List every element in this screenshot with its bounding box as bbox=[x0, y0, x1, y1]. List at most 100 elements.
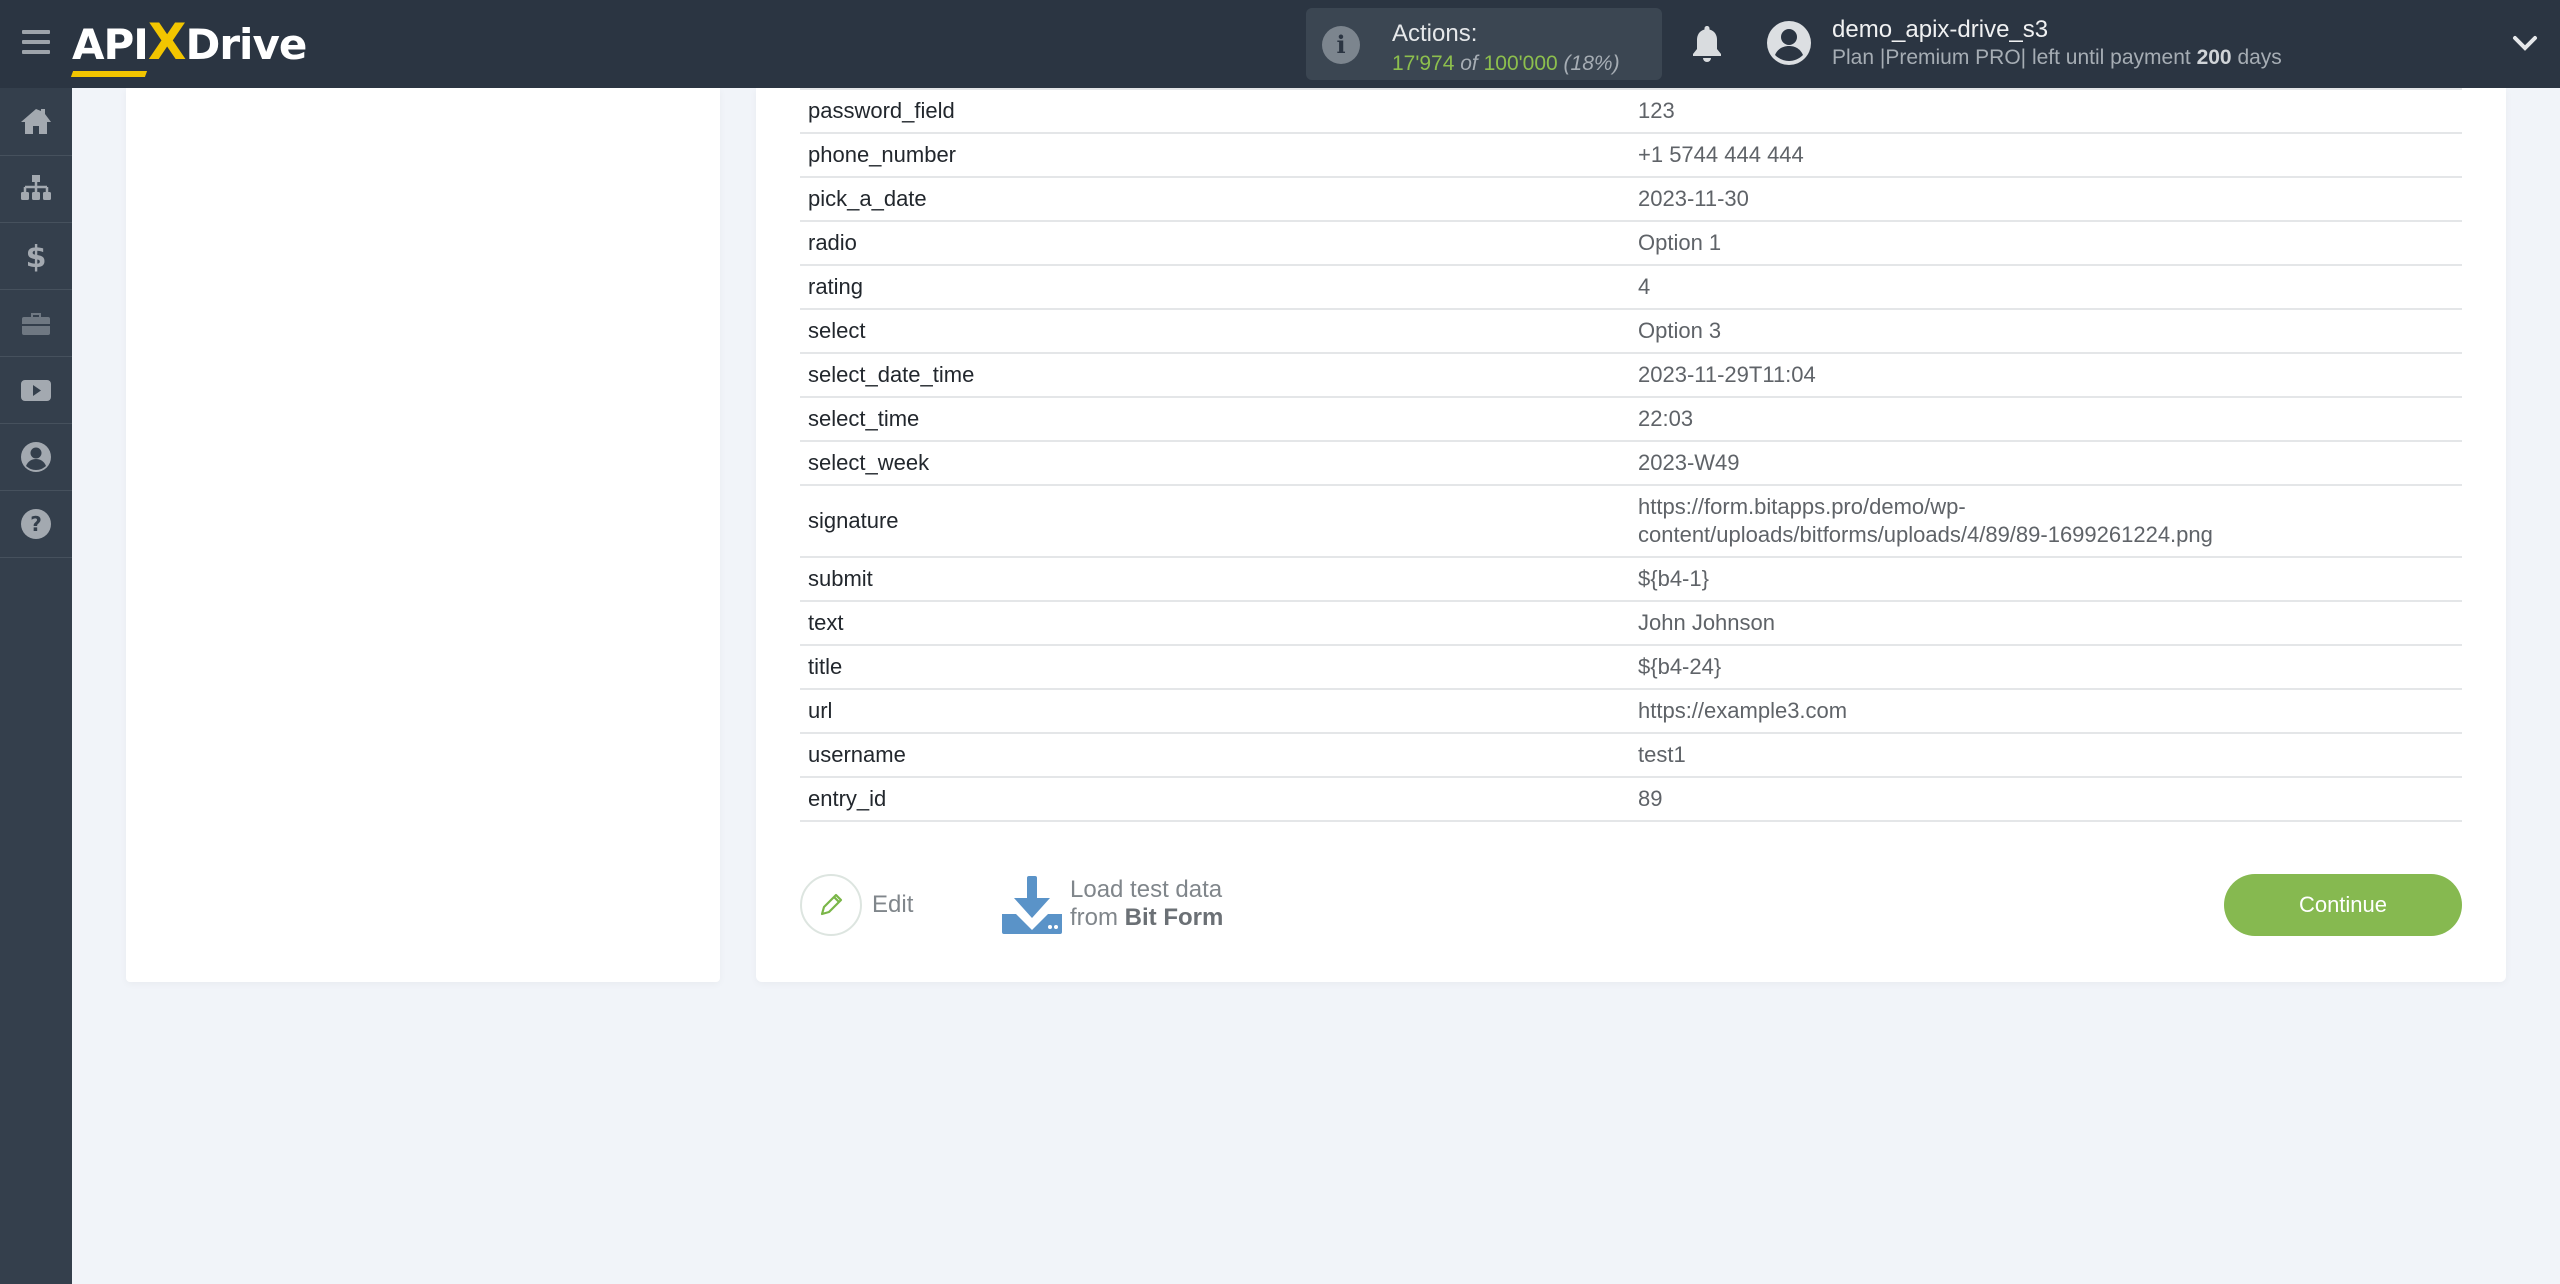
load-test-data-text: Load test data from Bit Form bbox=[1070, 876, 1223, 932]
menu-toggle-icon[interactable] bbox=[22, 30, 50, 54]
sidebar-item-video[interactable] bbox=[0, 357, 72, 424]
top-header: APIXDrive i Actions: 17'974 of 100'000 (… bbox=[0, 0, 2560, 88]
user-icon bbox=[21, 442, 51, 472]
table-row: password_field 123 bbox=[800, 90, 2462, 134]
actions-percent: (18%) bbox=[1563, 52, 1620, 75]
plan-text: Plan |Premium PRO| left until payment bbox=[1832, 46, 2191, 69]
table-row: select Option 3 bbox=[800, 310, 2462, 354]
field-value: Option 1 bbox=[1638, 230, 1722, 255]
field-name: select bbox=[808, 318, 866, 343]
actions-of: of bbox=[1460, 52, 1478, 75]
table-row: rating 4 bbox=[800, 266, 2462, 310]
table-row: submit ${b4-1} bbox=[800, 558, 2462, 602]
sidebar-item-billing[interactable]: $ bbox=[0, 223, 72, 290]
load-test-data-button[interactable]: Load test data from Bit Form bbox=[1002, 874, 1223, 934]
test-data-table: number1236724423password_field123phone_n… bbox=[800, 88, 2462, 822]
field-name: entry_id bbox=[808, 786, 887, 811]
field-name: submit bbox=[808, 566, 873, 591]
logo-part-drive: Drive bbox=[185, 20, 307, 69]
pencil-icon bbox=[820, 893, 843, 916]
field-name: phone_number bbox=[808, 142, 957, 167]
actions-usage-panel: i Actions: 17'974 of 100'000 (18%) bbox=[1306, 8, 1662, 80]
table-row: username test1 bbox=[800, 734, 2462, 778]
field-name: select_time bbox=[808, 406, 920, 431]
field-value: https://example3.com bbox=[1638, 698, 1848, 723]
actions-total: 100'000 bbox=[1483, 52, 1558, 75]
field-value: 2023-11-30 bbox=[1638, 186, 1749, 211]
field-name: select_week bbox=[808, 450, 930, 475]
sidebar-item-home[interactable] bbox=[0, 89, 72, 156]
field-name: username bbox=[808, 742, 906, 767]
youtube-icon bbox=[21, 380, 51, 401]
bell-icon[interactable] bbox=[1690, 24, 1724, 64]
field-name: select_date_time bbox=[808, 362, 975, 387]
dollar-icon: $ bbox=[26, 240, 47, 274]
svg-text:?: ? bbox=[30, 512, 42, 536]
actions-label: Actions: bbox=[1392, 20, 1478, 47]
svg-text:$: $ bbox=[26, 240, 47, 274]
field-name: rating bbox=[808, 274, 864, 299]
field-value: +1 5744 444 444 bbox=[1638, 142, 1804, 167]
table-row: url https://example3.com bbox=[800, 690, 2462, 734]
field-value: 22:03 bbox=[1638, 406, 1694, 431]
field-value: Option 3 bbox=[1638, 318, 1722, 343]
actions-used: 17'974 bbox=[1392, 52, 1455, 75]
table-row: signature https://form.bitapps.pro/demo/w… bbox=[800, 486, 2462, 558]
field-value: 89 bbox=[1638, 786, 1663, 811]
field-name: signature bbox=[808, 508, 899, 533]
field-value: https://form.bitapps.pro/demo/wp-content… bbox=[1638, 494, 2213, 547]
info-icon: i bbox=[1322, 26, 1360, 64]
field-value: ${b4-1} bbox=[1638, 566, 1709, 591]
user-plan: Plan |Premium PRO| left until payment 20… bbox=[1832, 46, 2282, 70]
load-source: Bit Form bbox=[1124, 904, 1224, 931]
chevron-down-icon[interactable] bbox=[2512, 30, 2538, 56]
field-value: 123 bbox=[1638, 98, 1675, 123]
field-value: 4 bbox=[1638, 274, 1651, 299]
table-row: phone_number +1 5744 444 444 bbox=[800, 134, 2462, 178]
logo-underline bbox=[70, 71, 148, 77]
sidebar-item-services[interactable] bbox=[0, 290, 72, 357]
field-name: radio bbox=[808, 230, 857, 255]
sidebar-item-connections[interactable] bbox=[0, 156, 72, 223]
continue-button[interactable]: Continue bbox=[2224, 874, 2462, 936]
sidebar: $ ? bbox=[0, 88, 72, 1284]
field-name: pick_a_date bbox=[808, 186, 927, 211]
sidebar-item-profile[interactable] bbox=[0, 424, 72, 491]
sidebar-item-help[interactable]: ? bbox=[0, 491, 72, 558]
plan-days: 200 bbox=[2196, 46, 2232, 69]
field-value: 2023-11-29T11:04 bbox=[1638, 362, 1816, 387]
table-row: select_date_time 2023-11-29T11:04 bbox=[800, 354, 2462, 398]
table-row: select_week 2023-W49 bbox=[800, 442, 2462, 486]
left-panel bbox=[126, 88, 720, 982]
apix-drive-logo[interactable]: APIXDrive bbox=[70, 12, 307, 77]
user-avatar-icon[interactable] bbox=[1766, 20, 1812, 66]
field-name: password_field bbox=[808, 98, 955, 123]
table-row: title ${b4-24} bbox=[800, 646, 2462, 690]
download-icon bbox=[1002, 876, 1062, 934]
table-row: select_time 22:03 bbox=[800, 398, 2462, 442]
field-value: test1 bbox=[1638, 742, 1686, 767]
field-value: John Johnson bbox=[1638, 610, 1775, 635]
help-icon: ? bbox=[21, 509, 51, 539]
field-name: title bbox=[808, 654, 843, 679]
load-line-1: Load test data bbox=[1070, 876, 1223, 903]
briefcase-icon bbox=[22, 313, 50, 335]
table-row: text John Johnson bbox=[800, 602, 2462, 646]
logo-part-x: X bbox=[147, 13, 187, 71]
edit-circle bbox=[800, 874, 862, 936]
test-data-panel: number1236724423password_field123phone_n… bbox=[756, 88, 2506, 982]
field-name: text bbox=[808, 610, 844, 635]
edit-button[interactable]: Edit bbox=[800, 874, 913, 936]
actions-value: 17'974 of 100'000 (18%) bbox=[1392, 52, 1620, 76]
plan-days-suffix: days bbox=[2237, 46, 2282, 69]
field-value: 2023-W49 bbox=[1638, 450, 1740, 475]
load-from: from bbox=[1070, 904, 1118, 931]
table-row: pick_a_date 2023-11-30 bbox=[800, 178, 2462, 222]
field-value: ${b4-24} bbox=[1638, 654, 1722, 679]
sitemap-icon bbox=[21, 175, 51, 200]
home-icon bbox=[21, 109, 51, 134]
field-name: url bbox=[808, 698, 833, 723]
table-row: radio Option 1 bbox=[800, 222, 2462, 266]
user-name: demo_apix-drive_s3 bbox=[1832, 16, 2049, 43]
table-row: entry_id 89 bbox=[800, 778, 2462, 822]
